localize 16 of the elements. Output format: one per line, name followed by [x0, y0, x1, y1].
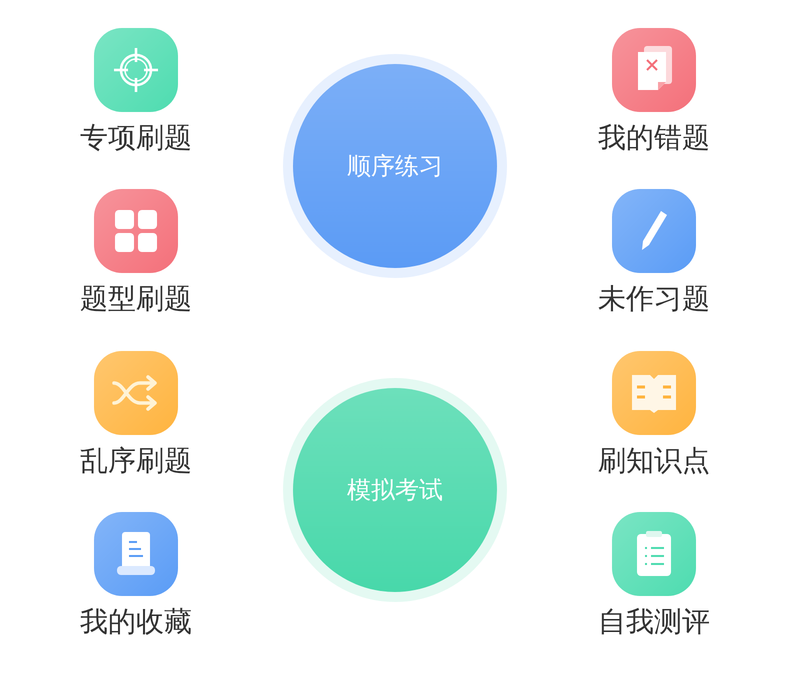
feature-tile[interactable]: [612, 28, 696, 112]
feature-label[interactable]: 乱序刷题: [80, 442, 192, 478]
feature-tile[interactable]: [94, 512, 178, 596]
feature-tile[interactable]: [94, 350, 178, 434]
feature-label[interactable]: 专项刷题: [80, 120, 192, 156]
feature-label[interactable]: 我的错题: [598, 120, 710, 156]
feature-tile[interactable]: [94, 28, 178, 112]
feature-tile[interactable]: [612, 512, 696, 596]
feature-label[interactable]: 自我测评: [598, 604, 710, 640]
feature-label[interactable]: 我的收藏: [80, 604, 192, 640]
feature-tile[interactable]: [612, 350, 696, 434]
feature-label[interactable]: 未作习题: [598, 281, 710, 318]
feature-tile[interactable]: [94, 189, 178, 274]
feature-label[interactable]: 题型刷题: [80, 281, 192, 318]
feature-tile[interactable]: [612, 189, 696, 274]
feature-label[interactable]: 刷知识点: [598, 442, 710, 478]
